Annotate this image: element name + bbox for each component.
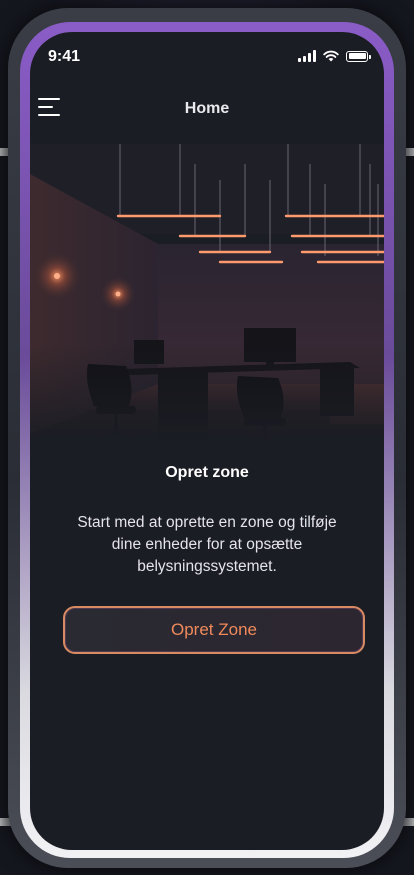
wifi-icon [323, 50, 339, 62]
status-time: 9:41 [48, 48, 81, 65]
status-icons [298, 50, 371, 62]
empty-state-description: Start med at oprette en zone og tilføje … [77, 514, 337, 575]
cellular-signal-icon [298, 50, 316, 62]
battery-icon [346, 50, 371, 62]
page-title: Home [184, 100, 230, 117]
office-illustration [30, 144, 384, 444]
empty-state-title: Opret zone [165, 464, 249, 481]
phone-screen: 9:41 Home Opret zone Start med at oprett… [30, 32, 384, 850]
create-zone-button[interactable]: Opret Zone [63, 606, 365, 654]
